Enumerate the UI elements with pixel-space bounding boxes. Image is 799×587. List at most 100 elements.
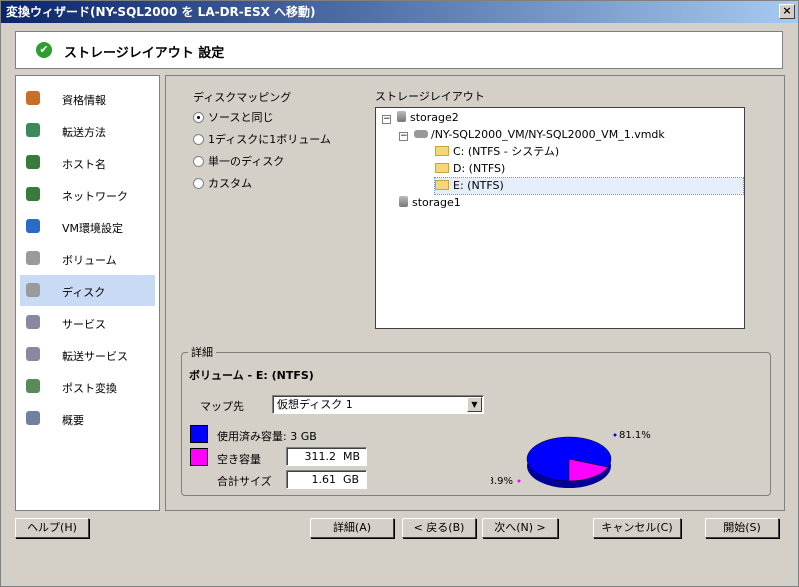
page-header: ✔ ストレージレイアウト 設定 [15,31,783,69]
folder-icon [435,163,449,173]
disk-mapping-option-2[interactable]: 単一のディスク [193,153,284,169]
disk-mapping-title: ディスクマッピング [193,91,292,104]
tree-node-storage2[interactable]: − storage2 [382,110,459,126]
map-to-value: 仮想ディスク 1 [277,398,353,411]
details-legend: 詳細 [188,344,216,360]
sidebar-item-0[interactable]: 資格情報 [20,83,155,114]
sidebar-item-label: ホスト名 [62,158,106,171]
storage-layout-panel: ディスクマッピング ソースと同じ 1ディスクに1ボリューム 単一のディスク カスタム … [165,75,785,511]
sidebar-item-6[interactable]: ディスク [20,275,155,306]
help-button[interactable]: ヘルプ(H) [15,518,89,538]
tree-label-volume-e: E: (NTFS) [453,179,504,192]
datastore-icon [397,111,406,122]
collapse-icon[interactable]: − [399,132,408,141]
sidebar-item-label: 概要 [62,414,84,427]
tree-node-volume-c[interactable]: C: (NTFS - システム) [435,144,559,160]
tree-node-volume-d[interactable]: D: (NTFS) [435,161,505,177]
map-to-select[interactable]: 仮想ディスク 1 ▼ [272,395,484,414]
free-space-swatch [190,448,208,466]
radio-label: ソースと同じ [208,111,274,124]
sidebar-item-3[interactable]: ネットワーク [20,179,155,210]
network-icon [26,187,40,201]
tree-label-storage1: storage1 [412,196,461,209]
tree-node-volume-e[interactable]: E: (NTFS) [434,177,744,195]
sidebar-item-label: サービス [62,318,106,331]
total-size-label: 合計サイズ [217,475,272,488]
virtual-disk-icon [414,130,428,138]
window-title: 変換ウィザード(NY-SQL2000 を LA-DR-ESX へ移動) [6,5,316,19]
sidebar-item-label: 転送方法 [62,126,106,139]
sidebar-item-7[interactable]: サービス [20,307,155,338]
sidebar-item-label: VM環境設定 [62,222,124,235]
free-space-label: 空き容量 [217,453,261,466]
total-size-field: 1.61 GB [286,470,367,489]
back-button[interactable]: < 戻る(B) [402,518,476,538]
tree-label-volume-c: C: (NTFS - システム) [453,145,560,158]
total-size-value: 1.61 [311,473,337,486]
free-space-unit: MB [343,450,361,463]
folder-icon [435,146,449,156]
check-icon: ✔ [36,42,52,58]
radio-button[interactable] [193,112,204,123]
sidebar-item-label: 転送サービス [62,350,128,363]
disk-mapping-option-3[interactable]: カスタム [193,175,252,191]
map-to-label: マップ先 [200,400,244,413]
total-size-unit: GB [343,473,360,486]
wizard-steps-sidebar: 資格情報転送方法ホスト名ネットワーク VM環境設定ボリューム ディスクサービス転送サ… [15,75,160,511]
tree-node-storage1[interactable]: storage1 [399,195,461,211]
tree-label-storage2: storage2 [410,111,459,124]
tree-label-vmdk: /NY-SQL2000_VM/NY-SQL2000_VM_1.vmdk [431,128,665,141]
next-button[interactable]: 次へ(N) > [482,518,558,538]
radio-label: 単一のディスク [208,155,285,168]
sidebar-item-8[interactable]: 転送サービス [20,339,155,370]
radio-button[interactable] [193,178,204,189]
sidebar-item-label: ネットワーク [62,190,128,203]
sidebar-item-2[interactable]: ホスト名 [20,147,155,178]
post-conversion-icon [26,379,40,393]
disk-mapping-option-0[interactable]: ソースと同じ [193,109,273,125]
transfer-service-gear-icon [26,347,40,361]
folder-icon [435,180,449,190]
free-space-value: 311.2 [304,450,337,463]
free-space-field: 311.2 MB [286,447,367,466]
radio-label: カスタム [208,177,252,190]
sidebar-item-5[interactable]: ボリューム [20,243,155,274]
title-bar: 変換ウィザード(NY-SQL2000 を LA-DR-ESX へ移動) × [1,1,798,23]
summary-icon [26,411,40,425]
used-space-swatch [190,425,208,443]
pie-label-marker-1 [517,479,521,483]
disk-mapping-option-1[interactable]: 1ディスクに1ボリューム [193,131,331,147]
sidebar-item-10[interactable]: 概要 [20,403,155,434]
volume-title: ボリューム - E: (NTFS) [189,369,314,382]
datastore-icon [399,196,408,207]
pie-label-1: 18.9% [491,476,513,487]
pie-label-0: 81.1% [619,430,651,441]
space-pie-chart: 81.1% 18.9% [491,430,651,488]
page-title: ストレージレイアウト 設定 [64,46,225,61]
sidebar-item-1[interactable]: 転送方法 [20,115,155,146]
volume-icon [26,251,40,265]
close-button[interactable]: × [779,4,795,19]
tree-node-vmdk[interactable]: − /NY-SQL2000_VM/NY-SQL2000_VM_1.vmdk [399,127,665,143]
radio-button[interactable] [193,156,204,167]
disk-icon [26,283,40,297]
transfer-icon [26,123,40,137]
conversion-wizard-window: 変換ウィザード(NY-SQL2000 を LA-DR-ESX へ移動) × ✔ … [0,0,799,587]
credentials-icon [26,91,40,105]
sidebar-item-9[interactable]: ポスト変換 [20,371,155,402]
details-button[interactable]: 詳細(A) [310,518,394,538]
sidebar-item-label: 資格情報 [62,94,106,107]
storage-layout-tree[interactable]: − storage2 −/NY-SQL2000_VM/NY-SQL2000_VM_… [375,107,745,329]
storage-layout-title: ストレージレイアウト [375,90,485,103]
chevron-down-icon[interactable]: ▼ [467,397,482,412]
used-space-label: 使用済み容量: 3 GB [217,430,317,443]
sidebar-item-4[interactable]: VM環境設定 [20,211,155,242]
host-icon [26,155,40,169]
radio-button[interactable] [193,134,204,145]
cancel-button[interactable]: キャンセル(C) [593,518,681,538]
tree-label-volume-d: D: (NTFS) [453,162,506,175]
collapse-icon[interactable]: − [382,115,391,124]
radio-label: 1ディスクに1ボリューム [208,133,331,146]
start-button[interactable]: 開始(S) [705,518,779,538]
pie-label-marker-0 [613,433,617,437]
